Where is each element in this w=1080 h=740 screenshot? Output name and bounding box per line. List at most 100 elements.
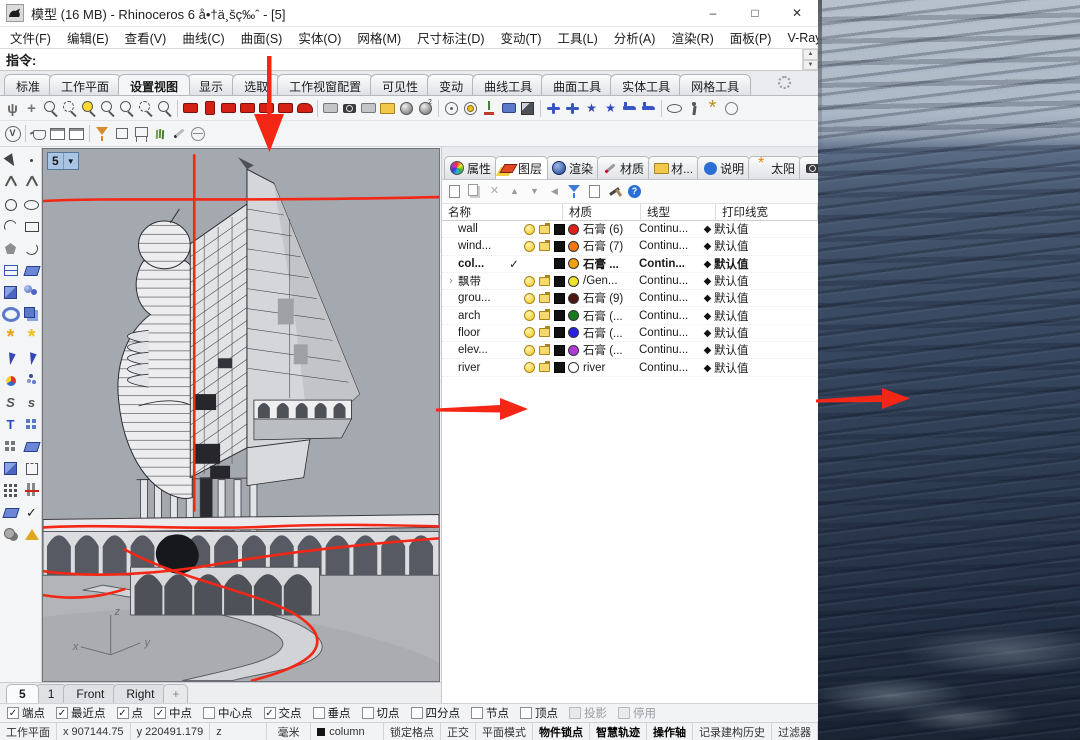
checkbox-icon[interactable] — [117, 707, 129, 719]
plane-side-b-icon[interactable] — [639, 99, 658, 118]
layer-material[interactable]: 石膏 (... — [583, 342, 639, 358]
viewport[interactable]: 5 ▼ — [42, 148, 440, 682]
mesh-surface-icon[interactable] — [1, 261, 20, 280]
checkbox-icon[interactable] — [264, 707, 276, 719]
vray-options-icon[interactable]: V — [3, 124, 22, 143]
osnap-quadrant[interactable]: 四分点 — [411, 705, 461, 721]
tab-select[interactable]: 选取 — [232, 74, 280, 95]
layer-lock-icon[interactable] — [537, 294, 552, 303]
minimize-button[interactable] — [692, 0, 734, 26]
scroll-up-icon[interactable]: ▲ — [803, 49, 818, 60]
layer-visibility-bulb-icon[interactable] — [522, 241, 537, 252]
tab-settings-gear-icon[interactable] — [777, 76, 791, 90]
scroll-down-icon[interactable]: ▼ — [803, 60, 818, 71]
layer-material[interactable]: /Gen... — [583, 275, 639, 287]
menu-curve[interactable]: 曲线(C) — [174, 28, 232, 47]
menu-dimension[interactable]: 尺寸标注(D) — [409, 28, 492, 47]
layer-color-swatch[interactable] — [552, 241, 567, 252]
layer-print-width[interactable]: 默认值 — [714, 238, 818, 254]
point-grid-icon[interactable] — [22, 415, 41, 434]
panel-tab-sun[interactable]: * 太阳 — [748, 156, 801, 179]
view-bottom-icon[interactable] — [200, 99, 219, 118]
plane-tool-icon[interactable] — [22, 437, 41, 456]
checkbox-icon[interactable] — [471, 707, 483, 719]
layer-lock-icon[interactable] — [537, 328, 552, 337]
save-view-icon[interactable] — [359, 99, 378, 118]
layer-filter-icon[interactable] — [565, 182, 584, 201]
layer-row-grou[interactable]: grou... 石膏 (9) Continu... 默认值 — [442, 290, 818, 307]
osnap-knot[interactable]: 节点 — [471, 705, 509, 721]
plane-side-a-icon[interactable] — [620, 99, 639, 118]
sun-burst-icon[interactable]: * — [703, 99, 722, 118]
boolean-difference-icon[interactable] — [1, 525, 20, 544]
text-icon[interactable]: T — [1, 415, 20, 434]
menu-surface[interactable]: 曲面(S) — [233, 28, 291, 47]
layer-name[interactable]: col... — [456, 258, 506, 270]
chevron-down-icon[interactable]: ▼ — [64, 153, 78, 169]
layer-linetype[interactable]: Continu... — [639, 362, 701, 374]
osnap-project[interactable]: 投影 — [569, 705, 607, 721]
layer-name[interactable]: elev... — [456, 344, 506, 356]
curve-tool-icon[interactable]: S — [1, 393, 20, 412]
checkbox-icon[interactable] — [154, 707, 166, 719]
rotate-view-icon[interactable]: + — [22, 99, 41, 118]
checkbox-icon[interactable] — [411, 707, 423, 719]
checkbox-icon[interactable] — [520, 707, 532, 719]
layer-linetype[interactable]: Continu... — [639, 310, 701, 322]
viewport-label[interactable]: 5 — [48, 153, 63, 169]
panel-tab-properties[interactable]: 属性 — [444, 156, 497, 179]
vray-frame-buffer-icon[interactable] — [48, 124, 67, 143]
delete-layer-icon[interactable]: ✕ — [485, 182, 504, 201]
command-bar[interactable]: 指令: ▲ ▼ — [0, 48, 818, 71]
star-view-b-icon[interactable]: ★ — [601, 99, 620, 118]
vray-batch-render-icon[interactable] — [67, 124, 86, 143]
panel-tab-library[interactable]: 材... — [648, 156, 699, 179]
status-current-layer[interactable]: column — [311, 723, 384, 740]
layer-linetype[interactable]: Continu... — [639, 292, 701, 304]
layer-lock-icon[interactable] — [537, 225, 552, 234]
layer-linetype[interactable]: Continu... — [639, 327, 701, 339]
layer-visibility-bulb-icon[interactable] — [522, 224, 537, 235]
osnap-intersection[interactable]: 交点 — [264, 705, 302, 721]
camera-target-icon[interactable] — [461, 99, 480, 118]
column-array-icon[interactable] — [22, 481, 41, 500]
layer-material[interactable]: 石膏 (9) — [583, 290, 639, 306]
status-planar[interactable]: 平面模式 — [476, 723, 533, 740]
layer-sheet-icon[interactable] — [585, 182, 604, 201]
checkbox-icon[interactable] — [56, 707, 68, 719]
osnap-point[interactable]: 点 — [117, 705, 144, 721]
checkbox-icon[interactable] — [7, 707, 19, 719]
layer-print-width[interactable]: 默认值 — [714, 342, 818, 358]
point-cloud-icon[interactable] — [22, 371, 41, 390]
material-color-dot[interactable] — [568, 293, 579, 304]
layer-material[interactable]: 石膏 (... — [583, 325, 639, 341]
osnap-end[interactable]: 端点 — [7, 705, 45, 721]
layer-color-swatch[interactable] — [552, 362, 567, 373]
osnap-disable[interactable]: 停用 — [618, 705, 656, 721]
material-color-dot[interactable] — [568, 310, 579, 321]
layer-print-width[interactable]: 默认值 — [714, 290, 818, 306]
pyramid-icon[interactable] — [22, 525, 41, 544]
point-icon[interactable] — [22, 151, 41, 170]
material-color-dot[interactable] — [568, 362, 579, 373]
layer-name[interactable]: wind... — [456, 240, 506, 252]
open-viewfile-icon[interactable] — [378, 99, 397, 118]
layer-name[interactable]: grou... — [456, 292, 506, 304]
layer-row-piaodai[interactable]: 飘带 /Gen... Continu... 默认值 — [442, 273, 818, 290]
layer-row-wall[interactable]: wall 石膏 (6) Continu... 默认值 — [442, 221, 818, 238]
menu-edit[interactable]: 编辑(E) — [59, 28, 117, 47]
ellipse-icon[interactable] — [22, 195, 41, 214]
status-osnap[interactable]: 物件锁点 — [533, 723, 590, 740]
torus-solid-icon[interactable] — [1, 305, 20, 324]
menu-tools[interactable]: 工具(L) — [549, 28, 605, 47]
viewport-tab-front[interactable]: Front — [63, 684, 117, 703]
layer-name[interactable]: river — [456, 362, 506, 374]
layer-color-swatch[interactable] — [552, 345, 567, 356]
camera-icon[interactable] — [340, 99, 359, 118]
check-select-icon[interactable]: ✓ — [22, 503, 41, 522]
zoom-dynamic-icon[interactable] — [41, 99, 60, 118]
layer-material[interactable]: 石膏 (7) — [583, 238, 639, 254]
layer-lock-icon[interactable] — [537, 363, 552, 372]
plane-front-view-icon[interactable] — [544, 99, 563, 118]
tab-visibility[interactable]: 可见性 — [370, 74, 430, 95]
